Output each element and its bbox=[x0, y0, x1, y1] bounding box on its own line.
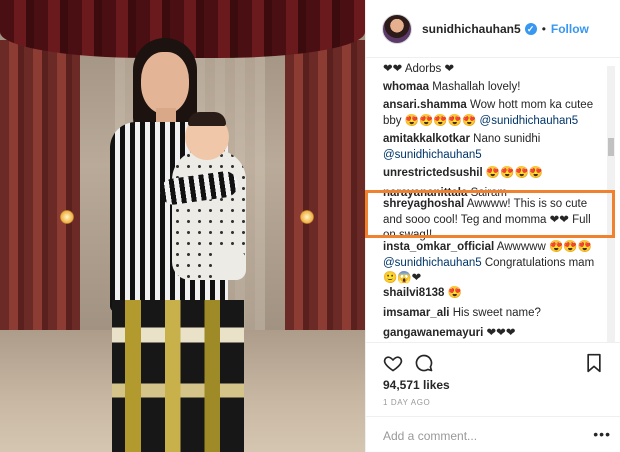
comment-text: Nano sunidhi bbox=[473, 133, 541, 145]
photo-lamp bbox=[300, 210, 314, 224]
comment-text: ❤❤❤ bbox=[486, 327, 516, 339]
comment-text: 😍 bbox=[447, 287, 462, 299]
comment-text: 😍😍😍😍 bbox=[485, 167, 544, 179]
post-timestamp: 1 DAY AGO bbox=[383, 398, 431, 407]
comment-username[interactable]: insta_omkar_official bbox=[383, 241, 494, 253]
comment-username[interactable]: imsamar_ali bbox=[383, 307, 450, 319]
post-header: sunidhichauhan5 ✓ • Follow bbox=[366, 0, 620, 58]
comment-item-highlighted: shreyaghoshal Awwww! This is so cute and… bbox=[383, 197, 605, 244]
comment-username[interactable]: ansari.shamma bbox=[383, 99, 467, 111]
verified-badge-icon: ✓ bbox=[524, 22, 537, 35]
avatar[interactable] bbox=[382, 13, 412, 44]
comment-list[interactable]: ❤❤ Adorbs ❤ whomaa Mashallah lovely! ans… bbox=[366, 58, 620, 342]
comment-item: gangawanemayuri ❤❤❤ bbox=[383, 326, 605, 342]
post-sidebar: sunidhichauhan5 ✓ • Follow ❤❤ Adorbs ❤ w… bbox=[365, 0, 620, 452]
post-photo[interactable] bbox=[0, 0, 365, 452]
comment-mention[interactable]: @sunidhichauhan5 bbox=[383, 257, 482, 269]
comment-text: His sweet name? bbox=[452, 307, 541, 319]
comment-item: insta_omkar_official Awwwww 😍😍😍 @sunidhi… bbox=[383, 240, 605, 287]
bookmark-icon[interactable] bbox=[584, 353, 604, 373]
comment-username[interactable]: whomaa bbox=[383, 81, 429, 93]
photo-lamp bbox=[60, 210, 74, 224]
comment-mention[interactable]: @sunidhichauhan5 bbox=[383, 149, 482, 161]
photo-baby-legs bbox=[212, 250, 246, 280]
more-options-icon[interactable]: ••• bbox=[593, 426, 611, 442]
username-link[interactable]: sunidhichauhan5 bbox=[422, 22, 521, 36]
comment-item: imsamar_ali His sweet name? bbox=[383, 306, 605, 322]
photo-patterned-skirt bbox=[112, 300, 244, 452]
heart-icon[interactable] bbox=[383, 353, 403, 373]
comment-item: unrestrictedsushil 😍😍😍😍 bbox=[383, 166, 605, 182]
comment-mention[interactable]: @sunidhichauhan5 bbox=[480, 115, 579, 127]
comments-scrollbar[interactable] bbox=[607, 66, 615, 342]
photo-curtain-right bbox=[285, 40, 365, 340]
comment-username[interactable]: gangawanemayuri bbox=[383, 327, 483, 339]
comment-username[interactable]: amitakkalkotkar bbox=[383, 133, 470, 145]
comment-username[interactable]: shailvi8138 bbox=[383, 287, 444, 299]
comment-text: Awwwww 😍😍😍 bbox=[496, 241, 592, 253]
comment-item: amitakkalkotkar Nano sunidhi @sunidhicha… bbox=[383, 132, 605, 163]
comment-item: ansari.shamma Wow hott mom ka cutee bby … bbox=[383, 98, 605, 129]
photo-woman-face bbox=[141, 52, 189, 114]
comment-username[interactable]: shreyaghoshal bbox=[383, 198, 464, 210]
comment-input[interactable] bbox=[383, 427, 583, 445]
comment-username[interactable]: unrestrictedsushil bbox=[383, 167, 483, 179]
separator-dot: • bbox=[541, 21, 546, 36]
like-count[interactable]: 94,571 likes bbox=[383, 378, 450, 392]
photo-baby-hair bbox=[188, 112, 226, 126]
comment-item: shailvi8138 😍 bbox=[383, 286, 605, 302]
add-comment-bar: ••• bbox=[366, 416, 620, 452]
scrollbar-thumb[interactable] bbox=[608, 138, 614, 156]
follow-button[interactable]: Follow bbox=[551, 22, 589, 36]
photo-curtain-left bbox=[0, 40, 80, 340]
action-bar bbox=[366, 342, 620, 382]
comment-text: Mashallah lovely! bbox=[432, 81, 521, 93]
comment-item: whomaa Mashallah lovely! bbox=[383, 80, 605, 96]
comment-icon[interactable] bbox=[414, 353, 434, 373]
comment-text: ❤❤ Adorbs ❤ bbox=[383, 63, 455, 75]
comment-item: ❤❤ Adorbs ❤ bbox=[383, 62, 605, 78]
